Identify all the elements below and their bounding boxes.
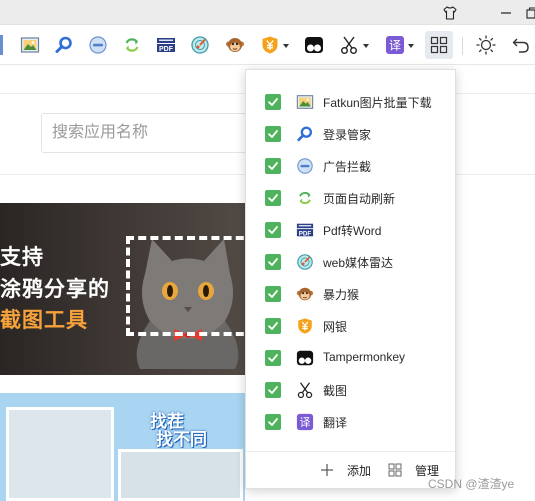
extension-item[interactable]: 网银 (246, 310, 456, 342)
panel-divider (246, 451, 455, 452)
crop-frame (126, 236, 245, 336)
app-search-box[interactable] (41, 113, 271, 153)
spot-difference-banner[interactable]: 找茬 找不同 (0, 393, 245, 501)
spot-difference-line1: 找茬 (150, 412, 184, 431)
street-photo (6, 407, 114, 501)
extension-label: 翻译 (323, 416, 348, 430)
banner-line2: 涂鸦分享的 (0, 278, 110, 301)
extension-item[interactable]: 译翻译 (246, 406, 456, 438)
plus-icon (321, 464, 333, 476)
extension-item[interactable]: 暴力猴 (246, 278, 456, 310)
title-bar (0, 0, 535, 25)
extension-manager-panel: Fatkun图片批量下载 登录管家广告拦截页面自动刷新 PDF Pdf转Word web… (245, 69, 456, 489)
extension-item[interactable]: Tampermonkey (246, 342, 456, 374)
spot-difference-line2: 找不同 (156, 430, 207, 449)
extension-item[interactable]: web媒体雷达 (246, 246, 456, 278)
extension-item[interactable]: 页面自动刷新 (246, 182, 456, 214)
extension-item[interactable]: 截图 (246, 374, 456, 406)
login-search-icon (296, 125, 314, 143)
extension-toolbar: PDF 译 (0, 25, 535, 65)
undo-icon[interactable] (509, 33, 533, 57)
grid-icon (388, 463, 402, 477)
extension-label: 暴力猴 (323, 288, 360, 302)
search-icon[interactable] (52, 33, 76, 57)
pdf-icon: PDF (296, 221, 314, 239)
yen-icon (296, 317, 314, 335)
extension-item[interactable]: 广告拦截 (246, 150, 456, 182)
app-search-input[interactable] (42, 114, 270, 152)
grid-icon[interactable] (425, 31, 453, 59)
toolbar-edge (0, 35, 3, 55)
checkbox[interactable] (265, 190, 281, 206)
sun-icon[interactable] (474, 33, 498, 57)
radar-icon (296, 253, 314, 271)
checkbox[interactable] (265, 222, 281, 238)
refresh-icon[interactable] (120, 33, 144, 57)
tampermonkey-icon[interactable] (302, 33, 326, 57)
toolbar-divider (462, 37, 463, 55)
watermark: CSDN @渣渣ye (428, 477, 515, 491)
extension-label: 登录管家 (323, 128, 372, 142)
tampermonkey-icon (296, 349, 314, 367)
extension-label: Tampermonkey (323, 350, 406, 364)
checkbox[interactable] (265, 414, 281, 430)
checkbox[interactable] (265, 382, 281, 398)
fatkun-icon (296, 93, 314, 111)
scissors-icon[interactable] (337, 33, 361, 57)
svg-text:PDF: PDF (299, 230, 312, 237)
yen-caret-icon[interactable] (283, 44, 289, 50)
translate-icon: 译 (296, 413, 314, 431)
scissors-caret-icon[interactable] (363, 44, 369, 50)
street-photo-2 (118, 449, 243, 501)
yen-icon[interactable] (258, 33, 282, 57)
checkbox[interactable] (265, 350, 281, 366)
adblock-icon (296, 157, 314, 175)
radar-icon[interactable] (188, 33, 212, 57)
banner-line1: 支持 (0, 246, 44, 269)
extension-item[interactable]: PDF Pdf转Word (246, 214, 456, 246)
add-label: 添加 (347, 463, 372, 478)
svg-text:译: 译 (389, 39, 401, 53)
svg-text:译: 译 (300, 416, 311, 429)
monkey-icon (296, 285, 314, 303)
checkbox[interactable] (265, 126, 281, 142)
svg-text:PDF: PDF (159, 46, 174, 53)
monkey-icon[interactable] (223, 33, 247, 57)
extension-label: Fatkun图片批量下载 (323, 96, 432, 110)
spot-difference-title: 找茬 找不同 (150, 413, 207, 449)
extension-label: 广告拦截 (323, 160, 372, 174)
translate-caret-icon[interactable] (408, 44, 414, 50)
checkbox[interactable] (265, 318, 281, 334)
adblock-icon[interactable] (86, 33, 110, 57)
extension-label: Pdf转Word (323, 224, 382, 238)
checkbox[interactable] (265, 94, 281, 110)
translate-icon[interactable]: 译 (383, 33, 407, 57)
extension-label: 页面自动刷新 (323, 192, 396, 206)
extension-label: 网银 (323, 320, 348, 334)
fatkun-icon[interactable] (18, 33, 42, 57)
checkbox[interactable] (265, 158, 281, 174)
extension-label: 截图 (323, 384, 348, 398)
refresh-icon (296, 189, 314, 207)
scissors-icon (296, 381, 314, 399)
banner-line3: 截图工具 (0, 309, 88, 332)
shirt-icon[interactable] (428, 0, 472, 25)
checkbox[interactable] (265, 254, 281, 270)
extension-item[interactable]: 登录管家 (246, 118, 456, 150)
add-button[interactable]: 添加 (320, 461, 371, 479)
checkbox[interactable] (265, 286, 281, 302)
extension-label: web媒体雷达 (323, 256, 394, 270)
restore-icon[interactable] (510, 0, 535, 25)
extension-item[interactable]: Fatkun图片批量下载 (246, 86, 456, 118)
pdf-icon[interactable]: PDF (154, 33, 178, 57)
screenshot-tool-banner[interactable]: 支持 涂鸦分享的 截图工具 (0, 203, 245, 375)
